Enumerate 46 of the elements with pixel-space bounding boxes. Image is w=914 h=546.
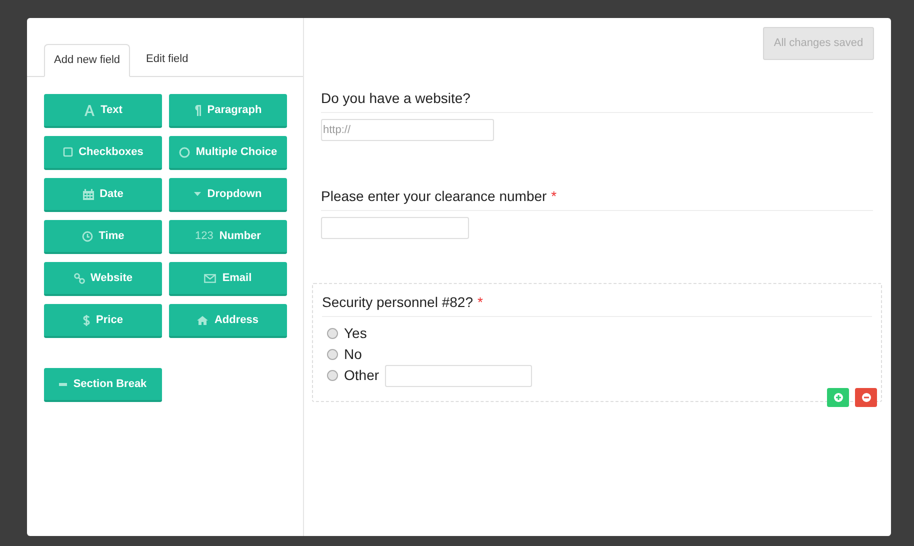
letter-icon	[84, 104, 95, 116]
field-type-button[interactable]: Text	[44, 94, 162, 128]
section-break-button[interactable]: Section Break	[44, 368, 162, 402]
remove-button[interactable]	[855, 388, 877, 407]
link-icon	[74, 272, 84, 284]
minus-circle-icon	[862, 393, 870, 402]
dollar-icon	[83, 314, 90, 326]
field-type-button[interactable]: Time	[44, 220, 162, 254]
question-label: Please enter your clearance number	[321, 188, 547, 204]
required-asterisk: *	[477, 294, 483, 310]
plus-circle-icon	[834, 393, 842, 402]
circle-icon	[178, 146, 190, 158]
add-button[interactable]	[827, 388, 849, 407]
caret-icon	[194, 192, 202, 196]
house-icon	[197, 316, 208, 324]
option-label: No	[344, 345, 362, 364]
tab[interactable]: Add new field	[44, 44, 130, 77]
field-type-button[interactable]: Date	[44, 178, 162, 212]
field-type-button[interactable]: Paragraph	[169, 94, 287, 128]
field-type-button[interactable]: Multiple Choice	[169, 136, 287, 170]
required-asterisk: *	[551, 188, 557, 204]
minus-icon	[59, 382, 68, 386]
field-type-button[interactable]: Checkboxes	[44, 136, 162, 170]
question-label: Security personnel #82?	[322, 294, 473, 310]
field-type-button[interactable]: Price	[44, 304, 162, 338]
field-type-button[interactable]: Address	[169, 304, 287, 338]
pilcrow-icon	[194, 104, 202, 116]
option-label: Yes	[344, 324, 367, 343]
field-type-button[interactable]: Email	[169, 262, 287, 296]
square-icon	[62, 147, 73, 157]
radio-button[interactable]	[327, 349, 338, 360]
tab[interactable]: Edit field	[132, 43, 202, 76]
field-type-button[interactable]: 123 Number	[169, 220, 287, 254]
option-label: Other	[344, 366, 380, 385]
envelope-icon	[204, 274, 216, 282]
radio-button[interactable]	[327, 328, 338, 339]
question-label: Do you have a website?	[321, 90, 470, 106]
url-field[interactable]: http://	[321, 119, 494, 141]
field-type-button[interactable]: Website	[44, 262, 162, 296]
calendar-icon	[82, 188, 94, 200]
field-type-button[interactable]: Dropdown	[169, 178, 287, 212]
clock-icon	[82, 230, 93, 242]
text-field[interactable]	[321, 217, 469, 239]
radio-button[interactable]	[327, 370, 338, 381]
other-text-field[interactable]	[385, 364, 532, 386]
number-prefix: 123	[195, 228, 214, 244]
